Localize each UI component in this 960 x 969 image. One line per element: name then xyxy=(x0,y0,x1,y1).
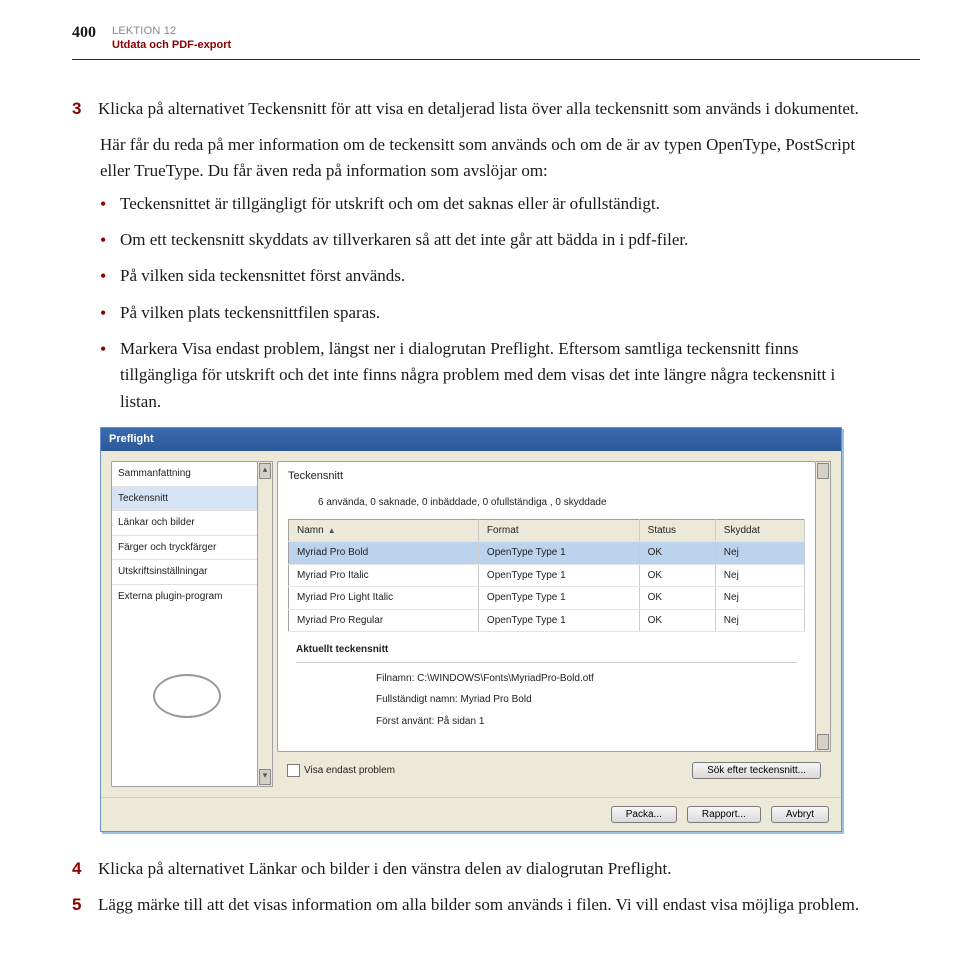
dialog-main-panel: Teckensnitt 6 använda, 0 saknade, 0 inbä… xyxy=(277,461,816,752)
sidebar-item-colors[interactable]: Färger och tryckfärger xyxy=(112,536,257,561)
scroll-down-icon[interactable]: ▾ xyxy=(259,769,271,785)
detail-fullname: Myriad Pro Bold xyxy=(461,694,532,705)
step-number: 3 xyxy=(72,96,98,122)
bullet-list: Teckensnittet är tillgängligt för utskri… xyxy=(72,191,872,415)
step-4: 4Klicka på alternativet Länkar och bilde… xyxy=(72,856,872,882)
panel-footer: Visa endast problem Sök efter teckensnit… xyxy=(277,758,831,787)
sidebar-item-links-images[interactable]: Länkar och bilder xyxy=(112,511,257,536)
dialog-button-row: Packa... Rapport... Avbryt xyxy=(101,797,841,831)
lesson-block: LEKTION 12 Utdata och PDF-export xyxy=(112,24,231,53)
scroll-up-icon[interactable]: ▴ xyxy=(259,463,271,479)
body-text: 3Klicka på alternativet Teckensnitt för … xyxy=(72,96,872,919)
report-button[interactable]: Rapport... xyxy=(687,806,761,823)
dialog-titlebar[interactable]: Preflight xyxy=(101,428,841,451)
font-table: Namn▲ Format Status Skyddat Myriad Pro B… xyxy=(288,519,805,633)
detail-firstused: På sidan 1 xyxy=(437,716,484,727)
step-5-text: Lägg märke till att det visas informatio… xyxy=(98,895,859,914)
bullet-item: Teckensnittet är tillgängligt för utskri… xyxy=(100,191,872,217)
bullet-item: På vilken plats teckensnittfilen sparas. xyxy=(100,300,872,326)
header-rule xyxy=(72,59,920,60)
detail-heading: Aktuellt teckensnitt xyxy=(296,642,797,663)
step-3-text-1: Klicka på alternativet Teckensnitt för a… xyxy=(98,99,859,118)
step-4-text: Klicka på alternativet Länkar och bilder… xyxy=(98,859,672,878)
cancel-button[interactable]: Avbryt xyxy=(771,806,829,823)
lesson-title: Utdata och PDF-export xyxy=(112,38,231,52)
sidebar-item-fonts[interactable]: Teckensnitt xyxy=(112,487,257,512)
table-row[interactable]: Myriad Pro Light Italic OpenType Type 1 … xyxy=(289,587,805,610)
col-status[interactable]: Status xyxy=(639,519,715,542)
sort-icon: ▲ xyxy=(328,525,336,537)
bullet-item: Markera Visa endast problem, längst ner … xyxy=(100,336,872,415)
main-scrollbar[interactable] xyxy=(816,461,831,752)
col-name[interactable]: Namn▲ xyxy=(289,519,479,542)
checkbox-icon[interactable] xyxy=(287,764,300,777)
bullet-item: Om ett teckensnitt skyddats av tillverka… xyxy=(100,227,872,253)
col-protected[interactable]: Skyddat xyxy=(715,519,804,542)
detail-fullname-label: Fullständigt namn: xyxy=(376,694,458,705)
table-row[interactable]: Myriad Pro Regular OpenType Type 1 OK Ne… xyxy=(289,609,805,632)
step-number: 4 xyxy=(72,856,98,882)
show-problems-label: Visa endast problem xyxy=(304,763,395,779)
sidebar-item-plugins[interactable]: Externa plugin-program xyxy=(112,585,257,609)
font-summary: 6 använda, 0 saknade, 0 inbäddade, 0 ofu… xyxy=(318,495,805,511)
preflight-dialog: Preflight Sammanfattning Teckensnitt Län… xyxy=(100,427,842,832)
detail-filename-label: Filnamn: xyxy=(376,673,414,684)
table-row[interactable]: Myriad Pro Bold OpenType Type 1 OK Nej xyxy=(289,542,805,565)
dialog-sidebar: Sammanfattning Teckensnitt Länkar och bi… xyxy=(111,461,258,787)
sidebar-item-print-settings[interactable]: Utskriftsinställningar xyxy=(112,560,257,585)
preflight-dialog-wrapper: Preflight Sammanfattning Teckensnitt Län… xyxy=(100,427,872,832)
panel-heading: Teckensnitt xyxy=(288,468,805,485)
col-format[interactable]: Format xyxy=(478,519,639,542)
table-row[interactable]: Myriad Pro Italic OpenType Type 1 OK Nej xyxy=(289,564,805,587)
step-3-text-2: Här får du reda på mer information om de… xyxy=(100,132,872,185)
step-5: 5Lägg märke till att det visas informati… xyxy=(72,892,872,918)
scroll-up-icon[interactable] xyxy=(817,463,829,479)
package-button[interactable]: Packa... xyxy=(611,806,677,823)
step-number: 5 xyxy=(72,892,98,918)
current-font-detail: Aktuellt teckensnitt Filnamn: C:\WINDOWS… xyxy=(288,636,805,741)
page-header: 400 LEKTION 12 Utdata och PDF-export xyxy=(72,24,920,53)
search-font-button[interactable]: Sök efter teckensnitt... xyxy=(692,762,821,779)
sidebar-scrollbar[interactable]: ▴ ▾ xyxy=(258,461,273,787)
sidebar-item-summary[interactable]: Sammanfattning xyxy=(112,462,257,487)
bullet-item: På vilken sida teckensnittet först använ… xyxy=(100,263,872,289)
page-number: 400 xyxy=(72,24,96,42)
detail-firstused-label: Först använt: xyxy=(376,716,434,727)
detail-filename: C:\WINDOWS\Fonts\MyriadPro-Bold.otf xyxy=(417,673,594,684)
step-3: 3Klicka på alternativet Teckensnitt för … xyxy=(72,96,872,122)
show-problems-checkbox[interactable]: Visa endast problem xyxy=(287,763,395,779)
lesson-number: LEKTION 12 xyxy=(112,24,231,38)
scroll-down-icon[interactable] xyxy=(817,734,829,750)
